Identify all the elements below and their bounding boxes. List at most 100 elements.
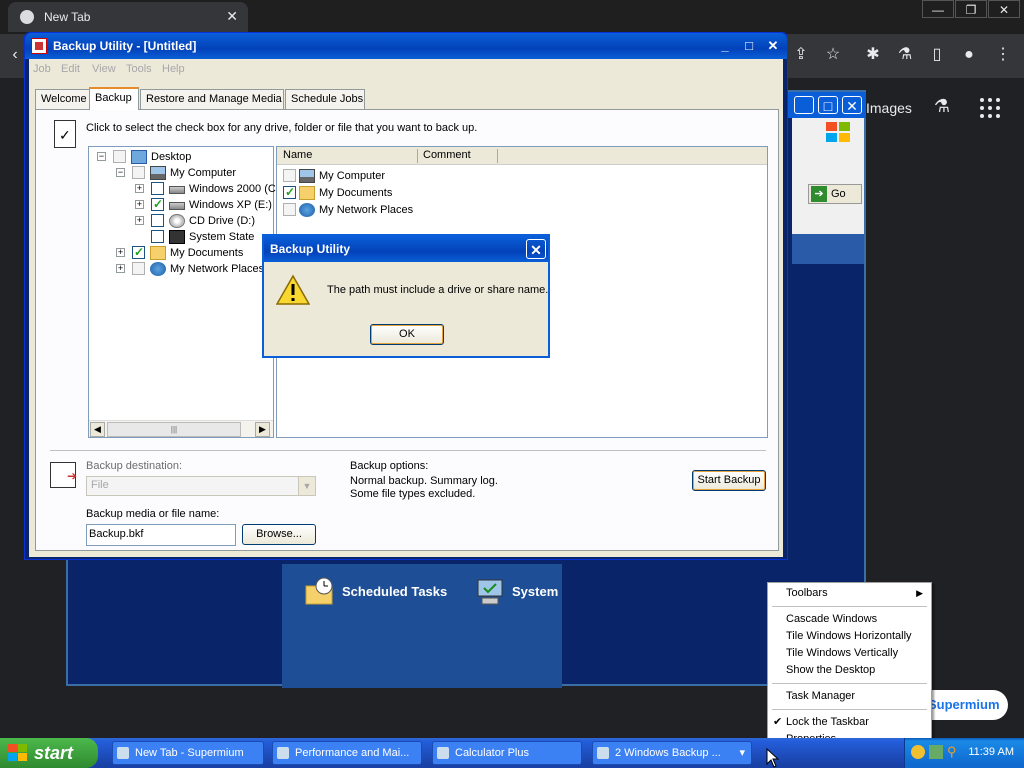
task-performance[interactable]: Performance and Mai... (272, 741, 422, 765)
maximize-icon[interactable]: □ (818, 96, 838, 114)
task-windows-backup[interactable]: 2 Windows Backup ... ▾ (592, 741, 752, 765)
expand-icon[interactable]: + (116, 248, 125, 257)
expand-icon[interactable]: + (135, 216, 144, 225)
tree-node[interactable]: + Windows 2000 (C:) (89, 181, 283, 197)
collapse-icon[interactable]: − (97, 152, 106, 161)
minimize-icon[interactable]: _ (715, 37, 735, 55)
tree-node[interactable]: + My Network Places (89, 261, 273, 277)
scroll-left-icon[interactable]: ◀ (90, 422, 105, 437)
flask-icon[interactable]: ⚗ (930, 96, 954, 120)
dialog-titlebar[interactable]: Backup Utility ✕ (264, 236, 548, 262)
backup-window-titlebar[interactable]: Backup Utility - [Untitled] _ □ ✕ (25, 33, 787, 59)
maximize-icon[interactable]: □ (739, 37, 759, 55)
minimize-icon[interactable]: _ (794, 96, 814, 114)
menu-job[interactable]: Job (33, 63, 51, 75)
tree-node[interactable]: − My Computer (89, 165, 273, 181)
tree-checkbox[interactable] (132, 262, 145, 275)
menu-item-tile-horizontally[interactable]: Tile Windows Horizontally (768, 628, 931, 645)
tab-restore[interactable]: Restore and Manage Media (140, 89, 284, 109)
start-backup-button[interactable]: Start Backup (692, 470, 766, 491)
task-new-tab[interactable]: New Tab - Supermium (112, 741, 264, 765)
folder-tree[interactable]: − Desktop − My Computer + Windows 2000 (C:) + W… (88, 146, 283, 438)
tree-checkbox[interactable] (132, 244, 145, 260)
tab-schedule-jobs[interactable]: Schedule Jobs (285, 89, 365, 109)
images-link[interactable]: Images (866, 100, 912, 116)
menu-view[interactable]: View (92, 63, 116, 75)
tree-node[interactable]: System State (89, 229, 273, 245)
collapse-icon[interactable]: − (116, 168, 125, 177)
tab-title: New Tab (44, 10, 91, 24)
extensions-icon[interactable]: ✱ (862, 44, 884, 66)
browser-window-controls: — ❐ ✕ (921, 0, 1020, 18)
list-item[interactable]: My Network Places (277, 202, 767, 218)
menu-item-toolbars[interactable]: Toolbars ▶ (768, 585, 931, 602)
search-icon[interactable]: ⚲ (947, 745, 961, 759)
menu-item-cascade[interactable]: Cascade Windows (768, 611, 931, 628)
list-checkbox[interactable] (283, 184, 296, 200)
list-item[interactable]: My Documents (277, 184, 767, 201)
backup-app-icon (31, 38, 47, 54)
list-checkbox[interactable] (283, 169, 296, 182)
start-button[interactable]: start (0, 738, 98, 768)
network-icon[interactable] (929, 745, 943, 759)
share-icon[interactable]: ⇪ (790, 44, 812, 66)
task-calculator[interactable]: Calculator Plus (432, 741, 582, 765)
column-name[interactable]: Name (283, 149, 312, 161)
menu-edit[interactable]: Edit (61, 63, 80, 75)
tree-checkbox[interactable] (151, 196, 164, 212)
tree-checkbox[interactable] (151, 182, 164, 195)
menu-kebab-icon[interactable]: ⋮ (992, 44, 1014, 66)
scroll-right-icon[interactable]: ▶ (255, 422, 270, 437)
side-panel-icon[interactable]: ▯ (926, 44, 948, 66)
bookmark-star-icon[interactable]: ☆ (822, 44, 844, 66)
column-comment[interactable]: Comment (423, 149, 471, 161)
backup-media-input[interactable]: Backup.bkf (86, 524, 236, 546)
taskbar-context-menu: Toolbars ▶ Cascade Windows Tile Windows … (767, 582, 932, 750)
go-button[interactable]: Go (808, 184, 862, 204)
menu-item-tile-vertically[interactable]: Tile Windows Vertically (768, 645, 931, 662)
menu-tools[interactable]: Tools (126, 63, 152, 75)
labs-icon[interactable]: ⚗ (894, 44, 916, 66)
menu-help[interactable]: Help (162, 63, 185, 75)
close-icon[interactable]: ✕ (988, 0, 1020, 18)
ok-button[interactable]: OK (370, 324, 444, 345)
expand-icon[interactable]: + (116, 264, 125, 273)
list-item[interactable]: My Computer (277, 168, 767, 184)
close-icon[interactable]: ✕ (763, 37, 783, 55)
tree-node[interactable]: + My Documents (89, 244, 273, 261)
tree-node[interactable]: − Desktop (89, 149, 273, 165)
system-item[interactable]: System (474, 579, 558, 605)
minimize-icon[interactable]: — (922, 0, 954, 18)
tab-close-icon[interactable]: ✕ (226, 8, 238, 25)
apps-grid-icon[interactable] (978, 96, 1002, 120)
tree-checkbox[interactable] (151, 214, 164, 227)
scheduled-tasks-item[interactable]: Scheduled Tasks (304, 577, 447, 605)
taskbar[interactable]: start New Tab - Supermium Performance an… (0, 738, 1024, 768)
tree-checkbox[interactable] (151, 230, 164, 243)
profile-icon[interactable]: ● (958, 44, 980, 66)
back-arrow-icon[interactable]: ‹ (4, 44, 26, 66)
expand-icon[interactable]: + (135, 200, 144, 209)
folder-clock-icon (305, 577, 333, 605)
network-places-icon (150, 262, 166, 276)
tree-checkbox[interactable] (132, 166, 145, 179)
tree-checkbox[interactable] (113, 150, 126, 163)
tab-welcome[interactable]: Welcome (35, 89, 91, 109)
browser-tab[interactable]: New Tab ✕ (8, 2, 248, 32)
browse-button[interactable]: Browse... (242, 524, 316, 545)
tree-node[interactable]: + Windows XP (E:) (89, 196, 273, 213)
menu-item-task-manager[interactable]: Task Manager (768, 688, 931, 705)
expand-icon[interactable]: + (135, 184, 144, 193)
tree-node-label: Windows XP (E:) (189, 199, 272, 211)
scroll-thumb[interactable]: ||| (107, 422, 241, 437)
list-checkbox[interactable] (283, 203, 296, 216)
security-shield-icon[interactable] (911, 745, 925, 759)
close-icon[interactable]: ✕ (842, 96, 862, 114)
tab-backup[interactable]: Backup (89, 87, 139, 110)
tree-node[interactable]: + CD Drive (D:) (89, 213, 273, 229)
menu-item-lock-taskbar[interactable]: ✔ Lock the Taskbar (768, 714, 931, 731)
horizontal-scrollbar[interactable]: ◀ ||| ▶ (89, 420, 273, 437)
restore-icon[interactable]: ❐ (955, 0, 987, 18)
menu-item-show-desktop[interactable]: Show the Desktop (768, 662, 931, 679)
close-icon[interactable]: ✕ (526, 239, 546, 259)
